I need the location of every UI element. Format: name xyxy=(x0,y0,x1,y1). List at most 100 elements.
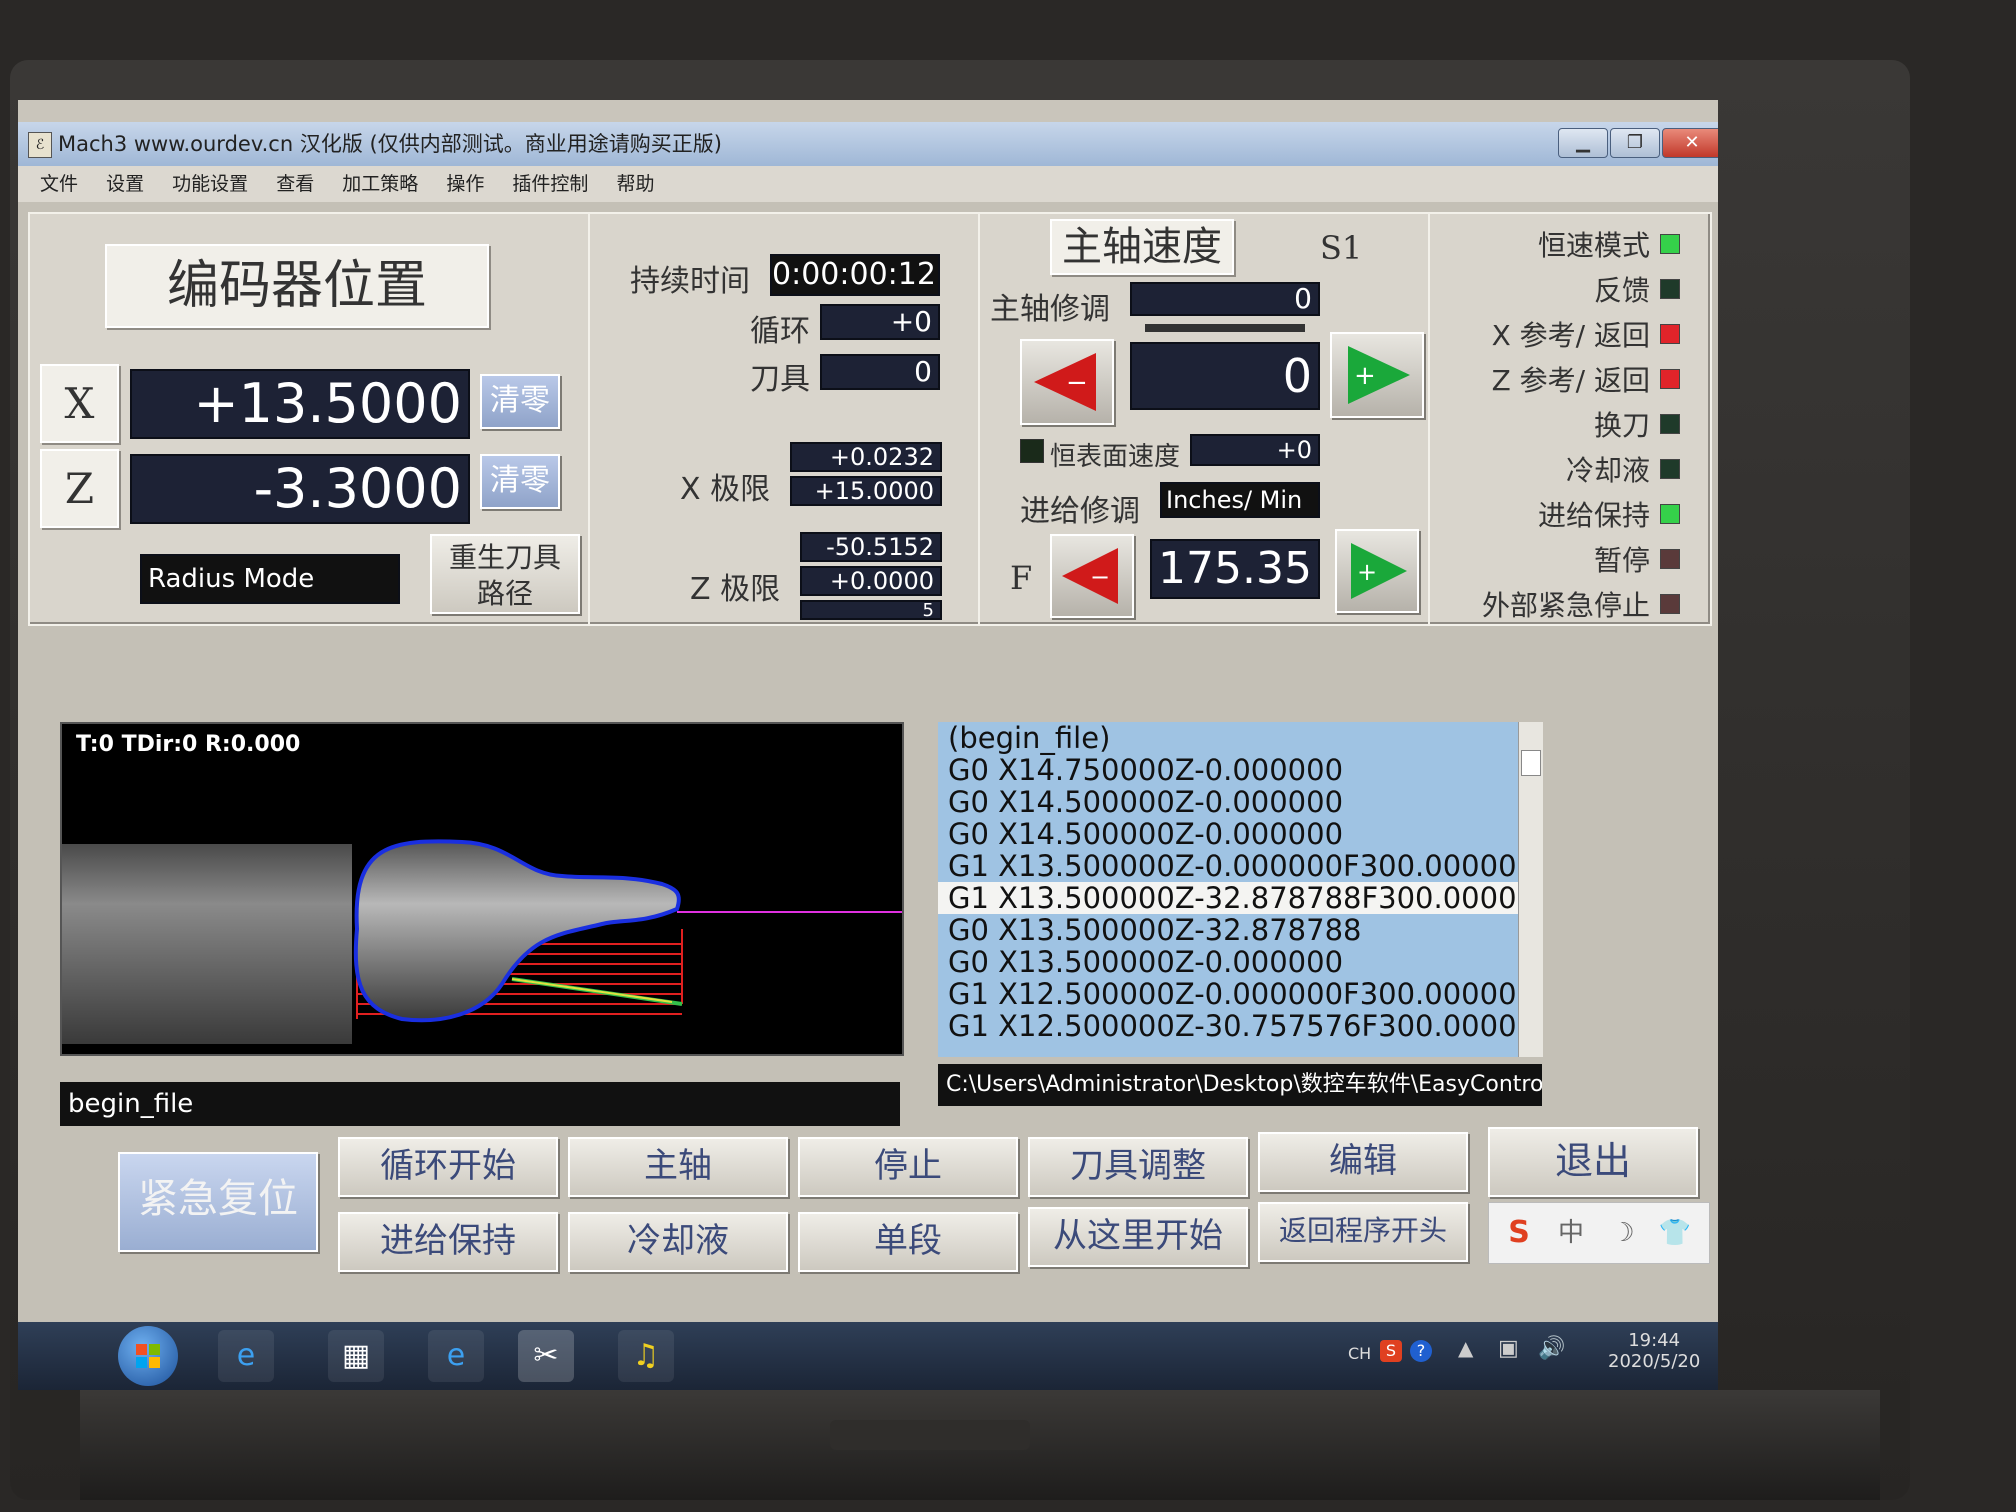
svg-text:−: − xyxy=(1066,368,1088,398)
gcode-line[interactable]: G0 X14.750000Z-0.000000 xyxy=(938,754,1518,786)
led-x-ref xyxy=(1660,324,1680,344)
gcode-line[interactable]: G0 X14.500000Z-0.000000 xyxy=(938,786,1518,818)
led-feedback xyxy=(1660,279,1680,299)
svg-text:−: − xyxy=(1090,563,1110,591)
sogou-ime-icon[interactable]: S xyxy=(1497,1211,1541,1255)
gcode-scrollbar[interactable] xyxy=(1518,722,1543,1057)
gcode-line[interactable]: G1 X13.500000Z-0.000000F300.000000 xyxy=(938,850,1518,882)
windows-logo-icon xyxy=(136,1344,160,1368)
edit-button[interactable]: 编辑 xyxy=(1258,1132,1468,1192)
menu-view[interactable]: 查看 xyxy=(276,166,314,202)
feed-decrease-button[interactable]: − xyxy=(1050,534,1134,618)
regen-toolpath-label-line1: 重生刀具 xyxy=(448,541,561,574)
zero-z-button[interactable]: 清零 xyxy=(480,454,560,509)
gcode-line[interactable]: G0 X14.500000Z-0.000000 xyxy=(938,818,1518,850)
language-indicator[interactable]: CH xyxy=(1348,1344,1371,1363)
maximize-button[interactable]: ❐ xyxy=(1610,128,1660,158)
help-tray-icon[interactable]: ? xyxy=(1410,1340,1432,1362)
menu-help[interactable]: 帮助 xyxy=(616,166,654,202)
svg-text:+: + xyxy=(1354,361,1376,391)
menu-plugins[interactable]: 插件控制 xyxy=(512,166,588,202)
toolpath-display[interactable]: T:0 TDir:0 R:0.000 xyxy=(60,722,904,1056)
cycle-start-button[interactable]: 循环开始 xyxy=(338,1137,558,1197)
lathe-toolpath-graphic xyxy=(62,839,902,1044)
sogou-tray-icon[interactable]: S xyxy=(1380,1340,1402,1362)
feed-rate-value: 175.35 xyxy=(1150,539,1320,599)
music-taskbar-icon[interactable]: ♫ xyxy=(618,1330,674,1382)
feed-f-label: F xyxy=(1010,559,1033,597)
gcode-line[interactable]: (begin_file) xyxy=(938,722,1518,754)
css-label: 恒表面速度 xyxy=(1050,442,1181,472)
regen-toolpath-button[interactable]: 重生刀具 路径 xyxy=(430,534,580,614)
start-button[interactable] xyxy=(118,1326,178,1386)
rewind-button[interactable]: 返回程序开头 xyxy=(1258,1202,1468,1262)
spindle-speed-value: 0 xyxy=(1130,342,1320,410)
estop-reset-button[interactable]: 紧急复位 xyxy=(118,1152,318,1252)
cycle-value: +0 xyxy=(820,304,940,340)
gcode-line[interactable]: G0 X13.500000Z-0.000000 xyxy=(938,946,1518,978)
spindle-button[interactable]: 主轴 xyxy=(568,1137,788,1197)
skin-icon[interactable]: 👕 xyxy=(1653,1211,1697,1255)
menu-settings[interactable]: 设置 xyxy=(106,166,144,202)
menu-operator[interactable]: 操作 xyxy=(446,166,484,202)
x-axis-label: X xyxy=(40,364,119,443)
spindle-override-label: 主轴修调 xyxy=(990,292,1110,327)
feed-units-display: Inches/ Min xyxy=(1160,482,1320,518)
tool-adjust-button[interactable]: 刀具调整 xyxy=(1028,1137,1248,1197)
minus-arrow-icon: − xyxy=(1034,353,1096,411)
menu-toolpath[interactable]: 加工策略 xyxy=(342,166,418,202)
svg-text:+: + xyxy=(1357,558,1377,586)
menu-bar: 文件 设置 功能设置 查看 加工策略 操作 插件控制 帮助 xyxy=(18,166,1718,202)
ie-taskbar-icon[interactable]: e xyxy=(218,1330,274,1382)
status-panel: 持续时间 0:00:00:12 循环 +0 刀具 0 X 极限 +0.0232 … xyxy=(588,212,982,626)
network-tray-icon[interactable]: ▣ xyxy=(1498,1336,1519,1361)
css-value: +0 xyxy=(1190,434,1320,466)
volume-tray-icon[interactable]: 🔊 xyxy=(1538,1336,1565,1361)
x-limit-label: X 极限 xyxy=(680,472,771,507)
calculator-taskbar-icon[interactable]: ▦ xyxy=(328,1330,384,1382)
minus-arrow-icon: − xyxy=(1062,548,1118,604)
ie-taskbar-icon-2[interactable]: e xyxy=(428,1330,484,1382)
encoder-panel: 编码器位置 X +13.5000 清零 Z -3.3000 清零 Radius … xyxy=(28,212,592,626)
mach3-app-icon: ℰ xyxy=(28,132,52,158)
run-from-here-button[interactable]: 从这里开始 xyxy=(1028,1207,1248,1267)
mach3-taskbar-icon[interactable]: ✂ xyxy=(518,1330,574,1382)
punctuation-icon[interactable]: ☽ xyxy=(1601,1211,1645,1255)
plus-arrow-icon: + xyxy=(1348,346,1410,404)
spindle-decrease-button[interactable]: − xyxy=(1020,339,1114,425)
spindle-increase-button[interactable]: + xyxy=(1330,332,1424,418)
gcode-line-current[interactable]: G1 X13.500000Z-32.878788F300.000000 xyxy=(938,882,1518,914)
exit-button[interactable]: 退出 xyxy=(1488,1127,1698,1197)
gcode-line[interactable]: G1 X12.500000Z-30.757576F300.000000 xyxy=(938,1010,1518,1042)
gcode-listing[interactable]: (begin_file) G0 X14.750000Z-0.000000 G0 … xyxy=(938,722,1518,1057)
spindle-override-slider[interactable] xyxy=(1145,324,1305,332)
menu-file[interactable]: 文件 xyxy=(40,166,78,202)
chinese-mode-icon[interactable]: 中 xyxy=(1549,1211,1593,1255)
feed-increase-button[interactable]: + xyxy=(1335,529,1419,613)
spindle-override-value: 0 xyxy=(1130,282,1320,316)
feed-hold-button[interactable]: 进给保持 xyxy=(338,1212,558,1272)
stop-button[interactable]: 停止 xyxy=(798,1137,1018,1197)
screen: ℰ Mach3 www.ourdev.cn 汉化版 (仅供内部测试。商业用途请购… xyxy=(18,100,1718,1390)
clock[interactable]: 19:44 2020/5/20 xyxy=(1608,1330,1700,1372)
coolant-button[interactable]: 冷却液 xyxy=(568,1212,788,1272)
x-limit-max: +15.0000 xyxy=(790,476,942,506)
gcode-scroll-thumb[interactable] xyxy=(1521,750,1541,776)
minimize-button[interactable]: ▁ xyxy=(1558,128,1608,158)
menu-function-config[interactable]: 功能设置 xyxy=(172,166,248,202)
plus-arrow-icon: + xyxy=(1351,543,1407,599)
z-limit-min: -50.5152 xyxy=(800,532,942,562)
led-label-tool-change: 换刀 xyxy=(1593,409,1650,442)
z-limit-max: +0.0000 xyxy=(800,566,942,596)
zero-x-button[interactable]: 清零 xyxy=(480,374,560,429)
led-css-mode xyxy=(1660,234,1680,254)
close-button[interactable]: ✕ xyxy=(1662,128,1718,158)
led-feed-hold xyxy=(1660,504,1680,524)
z-dro: -3.3000 xyxy=(130,454,470,524)
single-block-button[interactable]: 单段 xyxy=(798,1212,1018,1272)
show-hidden-icons-icon[interactable]: ▲ xyxy=(1458,1336,1473,1360)
gcode-line[interactable]: G0 X13.500000Z-32.878788 xyxy=(938,914,1518,946)
feed-override-label: 进给修调 xyxy=(1020,494,1140,529)
gcode-line[interactable]: G1 X12.500000Z-0.000000F300.000000 xyxy=(938,978,1518,1010)
led-pause xyxy=(1660,549,1680,569)
